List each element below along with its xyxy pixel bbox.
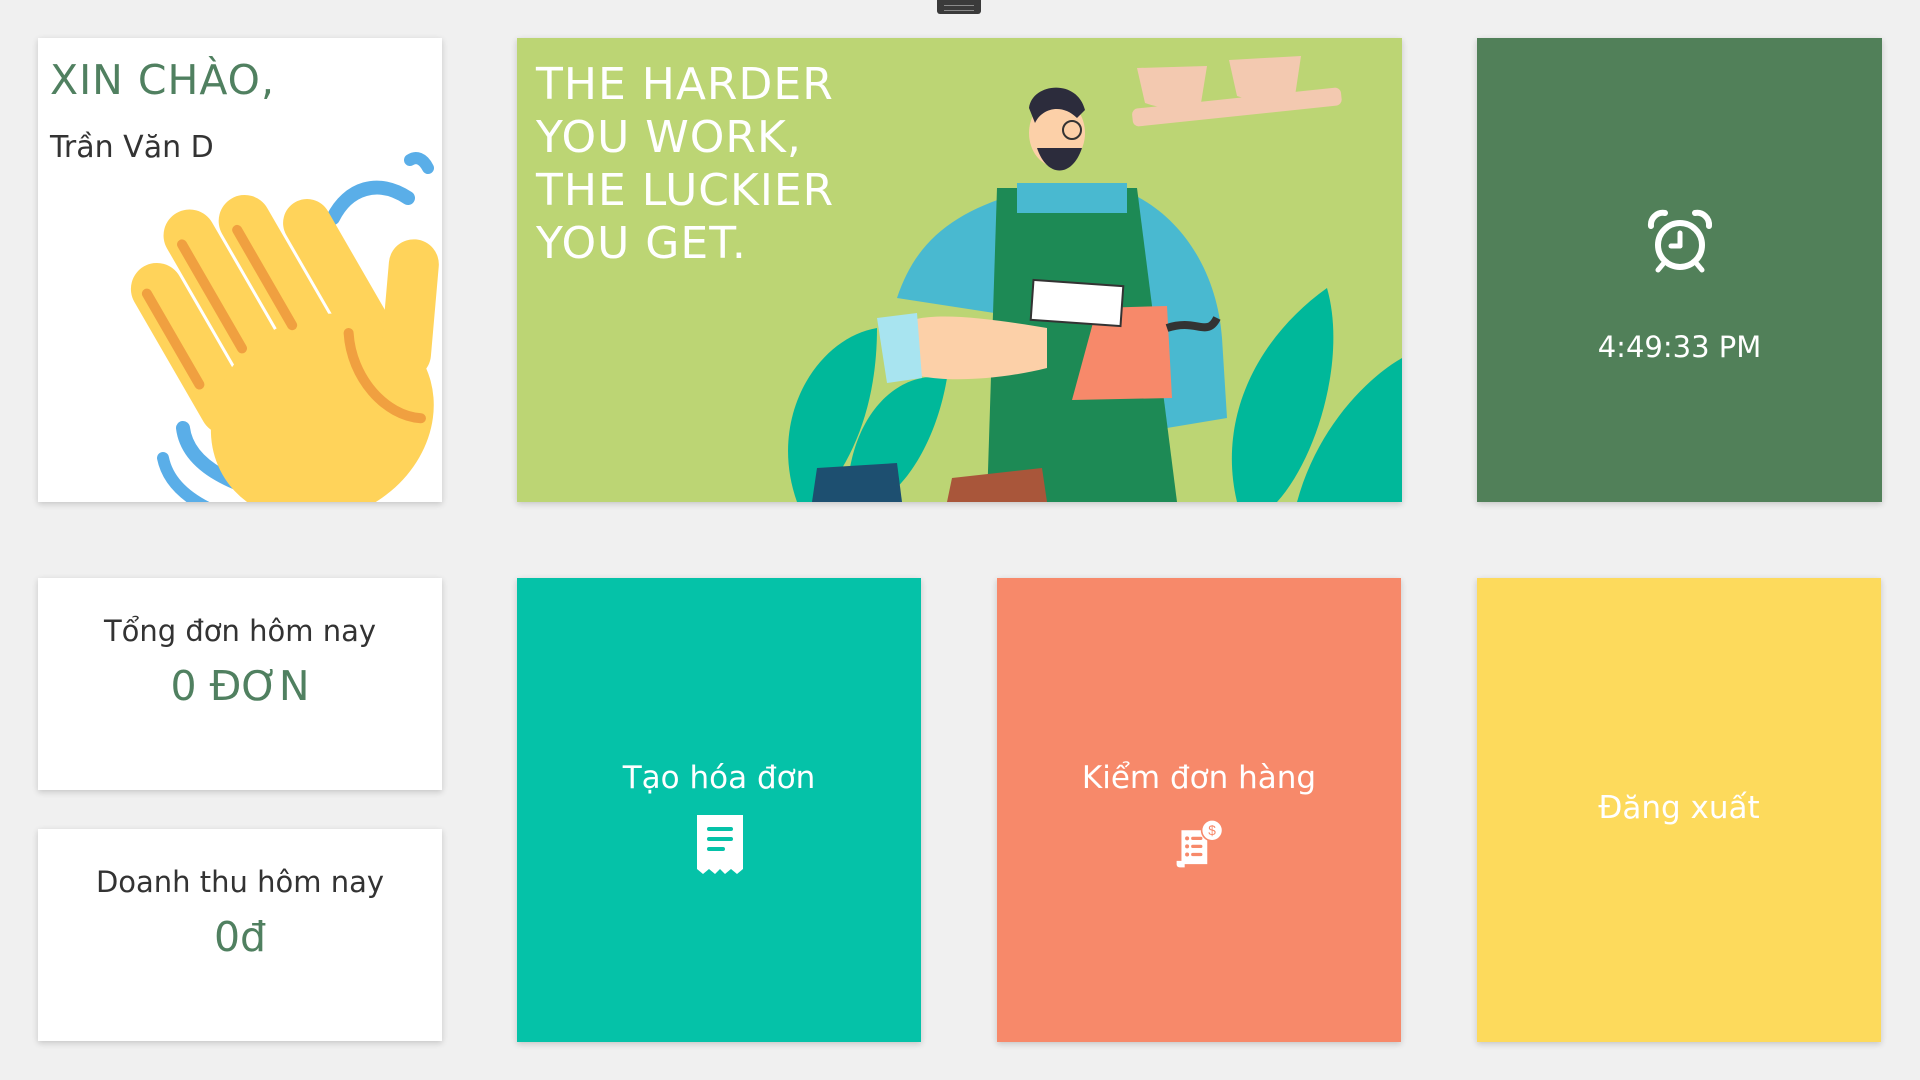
svg-text:$: $ bbox=[1208, 823, 1216, 838]
greeting-title: XIN CHÀO, bbox=[50, 56, 275, 104]
quote-line-1: THE HARDER bbox=[536, 59, 834, 110]
bill-check-icon: $ bbox=[1176, 819, 1224, 868]
window-drag-handle[interactable] bbox=[937, 0, 981, 14]
quote-line-2: YOU WORK, bbox=[536, 112, 802, 163]
clock-card: 4:49:33 PM bbox=[1477, 38, 1882, 502]
logout-button[interactable]: Đăng xuất bbox=[1477, 578, 1881, 1042]
alarm-clock-icon bbox=[1647, 209, 1713, 273]
logout-label: Đăng xuất bbox=[1598, 790, 1760, 826]
orders-today-card: Tổng đơn hôm nay 0 ĐƠN bbox=[38, 578, 442, 790]
waving-hand-icon bbox=[130, 152, 439, 502]
revenue-today-label: Doanh thu hôm nay bbox=[95, 865, 385, 899]
quote-line-3: THE LUCKIER bbox=[536, 165, 835, 216]
check-orders-button[interactable]: Kiểm đơn hàng $ bbox=[997, 578, 1401, 1042]
orders-today-label: Tổng đơn hôm nay bbox=[103, 614, 377, 648]
receipt-icon bbox=[697, 815, 743, 874]
quote-line-4: YOU GET. bbox=[536, 218, 747, 269]
current-time: 4:49:33 PM bbox=[1597, 330, 1762, 364]
orders-today-value: 0 ĐƠN bbox=[170, 662, 310, 710]
dashboard: XIN CHÀO, Trần Văn D THE HARDER YOU WORK… bbox=[0, 0, 1920, 1080]
create-invoice-button[interactable]: Tạo hóa đơn bbox=[517, 578, 921, 1042]
greeting-card: XIN CHÀO, Trần Văn D bbox=[38, 38, 442, 502]
motivation-banner: THE HARDER YOU WORK, THE LUCKIER YOU GET… bbox=[517, 38, 1402, 502]
check-orders-label: Kiểm đơn hàng bbox=[1081, 760, 1317, 796]
revenue-today-value: 0đ bbox=[213, 913, 267, 961]
create-invoice-label: Tạo hóa đơn bbox=[622, 760, 816, 796]
revenue-today-card: Doanh thu hôm nay 0đ bbox=[38, 829, 442, 1041]
